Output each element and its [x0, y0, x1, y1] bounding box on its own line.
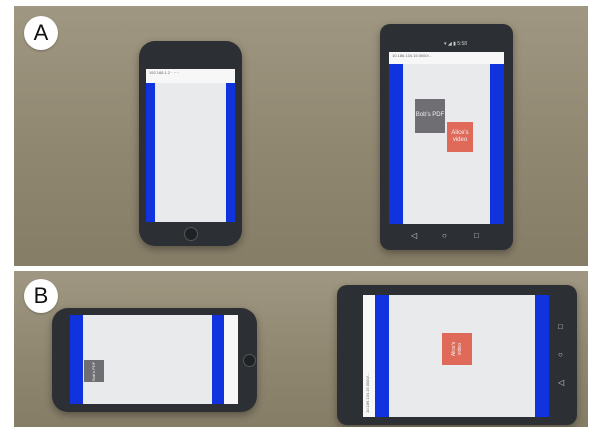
- android-portrait: 10.186.134.15:3000/… Bob's PDF Alice's v…: [380, 24, 513, 250]
- photo-figure: A 192.168.1.2 · ···· 10.186.134.15:3000/…: [0, 0, 590, 433]
- grey-box-label: Bob's PDF: [415, 112, 445, 119]
- panel-a-label: A: [24, 16, 58, 50]
- red-box-label-line2: video: [452, 137, 468, 143]
- grey-box-label: Bob's PDF: [90, 361, 96, 381]
- blue-edge-left: [146, 83, 155, 222]
- panel-a: A 192.168.1.2 · ···· 10.186.134.15:3000/…: [14, 6, 588, 266]
- blue-edge-left: [389, 64, 403, 224]
- blue-edge-right: [226, 83, 235, 222]
- nav-recents-icon: □: [558, 322, 563, 331]
- android-url-bar: 10.186.134.15:3000/…: [389, 52, 504, 64]
- blue-edge-right: [490, 64, 504, 224]
- nav-back-icon: ◁: [558, 378, 565, 387]
- grey-pdf-box: Bob's PDF: [415, 99, 445, 133]
- nav-recents-icon: □: [474, 231, 479, 240]
- red-video-box: Alice's video: [442, 333, 472, 365]
- nav-back-icon: ◁: [411, 231, 418, 240]
- red-box-label: Alice's video: [451, 342, 463, 356]
- android-status-bar: ▾ ◢ ▮ 5:58: [444, 41, 468, 47]
- iphone-url-bar: [224, 315, 238, 404]
- android-screen: 10.186.134.15:3000/… Alice's video: [363, 295, 549, 417]
- iphone-landscape: Bob's PDF: [52, 308, 257, 412]
- nav-home-icon: ○: [558, 350, 563, 359]
- blue-edge-right: [535, 295, 549, 417]
- panel-b-label: B: [24, 279, 58, 313]
- iphone-portrait: 192.168.1.2 · ····: [139, 41, 242, 246]
- panel-b: B Bob's PDF 10.186.134.15:3000/… Alice's…: [14, 271, 588, 427]
- iphone-home-button: [243, 354, 256, 367]
- iphone-screen: 192.168.1.2 · ····: [146, 69, 235, 222]
- red-video-box: Alice's video: [447, 122, 473, 152]
- android-landscape: 10.186.134.15:3000/… Alice's video □ ○ ◁: [337, 285, 577, 425]
- iphone-screen: Bob's PDF: [70, 315, 238, 404]
- blue-edge-right: [212, 315, 224, 404]
- red-box-label-line1: Alice's: [450, 341, 457, 357]
- grey-pdf-box: Bob's PDF: [84, 360, 104, 382]
- red-box-label: Alice's video: [451, 130, 468, 144]
- blue-edge-left: [375, 295, 389, 417]
- red-box-label-line2: video: [456, 343, 463, 355]
- android-screen: 10.186.134.15:3000/… Bob's PDF Alice's v…: [389, 52, 504, 224]
- android-url-text: 10.186.134.15:3000/…: [392, 53, 433, 58]
- iphone-url-text: 192.168.1.2 · ····: [149, 70, 180, 75]
- iphone-home-button: [184, 227, 198, 241]
- red-box-label-line1: Alice's: [451, 129, 469, 136]
- nav-home-icon: ○: [442, 231, 447, 240]
- blue-edge-left: [70, 315, 83, 404]
- android-url-text: 10.186.134.15:3000/…: [365, 372, 370, 413]
- android-url-bar: 10.186.134.15:3000/…: [363, 295, 375, 417]
- iphone-url-bar: 192.168.1.2 · ····: [146, 69, 235, 83]
